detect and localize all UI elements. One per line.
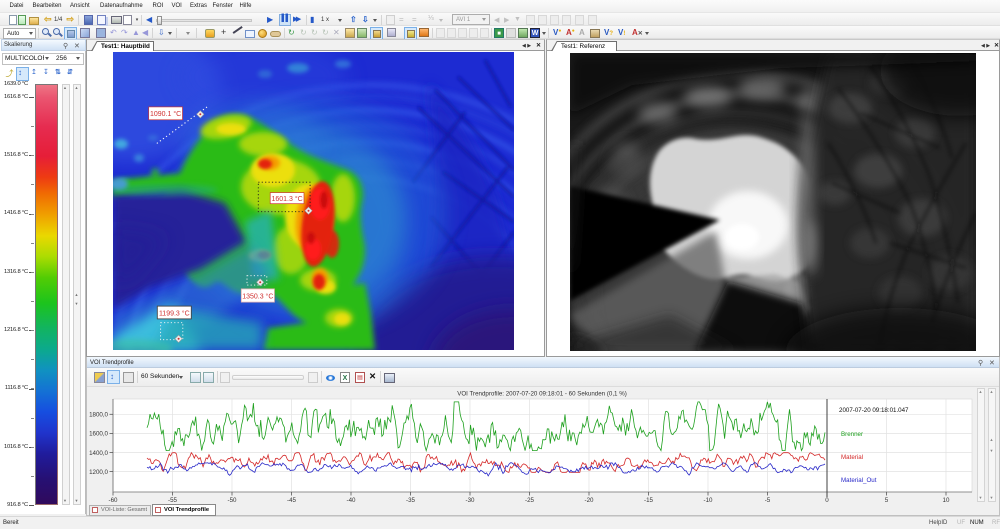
svg-text:VOI Trendprofile: 2007-07-20 0: VOI Trendprofile: 2007-07-20 09:18:01 - … (457, 391, 627, 398)
svg-text:2007-07-20 09:18:01.047: 2007-07-20 09:18:01.047 (839, 407, 909, 414)
svg-text:1600,0: 1600,0 (89, 431, 108, 438)
svg-text:-40: -40 (347, 497, 357, 503)
svg-text:1199.3 °C: 1199.3 °C (159, 310, 190, 318)
svg-text:-15: -15 (644, 497, 654, 503)
svg-text:10: 10 (943, 497, 950, 503)
svg-text:-30: -30 (466, 497, 476, 503)
svg-text:0: 0 (825, 497, 829, 503)
svg-text:Brenner: Brenner (841, 431, 863, 438)
svg-text:Material: Material (841, 454, 863, 461)
svg-text:5: 5 (885, 497, 889, 503)
svg-text:1350.3 °C: 1350.3 °C (242, 293, 273, 301)
svg-text:1090.1 °C: 1090.1 °C (150, 110, 181, 118)
svg-text:-5: -5 (765, 497, 771, 503)
svg-text:1601.3 °C: 1601.3 °C (271, 195, 302, 203)
svg-text:-10: -10 (704, 497, 714, 503)
svg-text:1800,0: 1800,0 (89, 412, 108, 419)
svg-text:-25: -25 (525, 497, 535, 503)
svg-text:-35: -35 (406, 497, 416, 503)
svg-text:Material_Out: Material_Out (841, 477, 877, 484)
svg-text:-20: -20 (585, 497, 595, 503)
svg-text:1200,0: 1200,0 (89, 469, 108, 476)
svg-text:-60: -60 (109, 497, 119, 503)
svg-text:1400,0: 1400,0 (89, 450, 108, 457)
svg-text:-55: -55 (168, 497, 178, 503)
svg-text:-50: -50 (228, 497, 238, 503)
svg-text:-45: -45 (287, 497, 297, 503)
